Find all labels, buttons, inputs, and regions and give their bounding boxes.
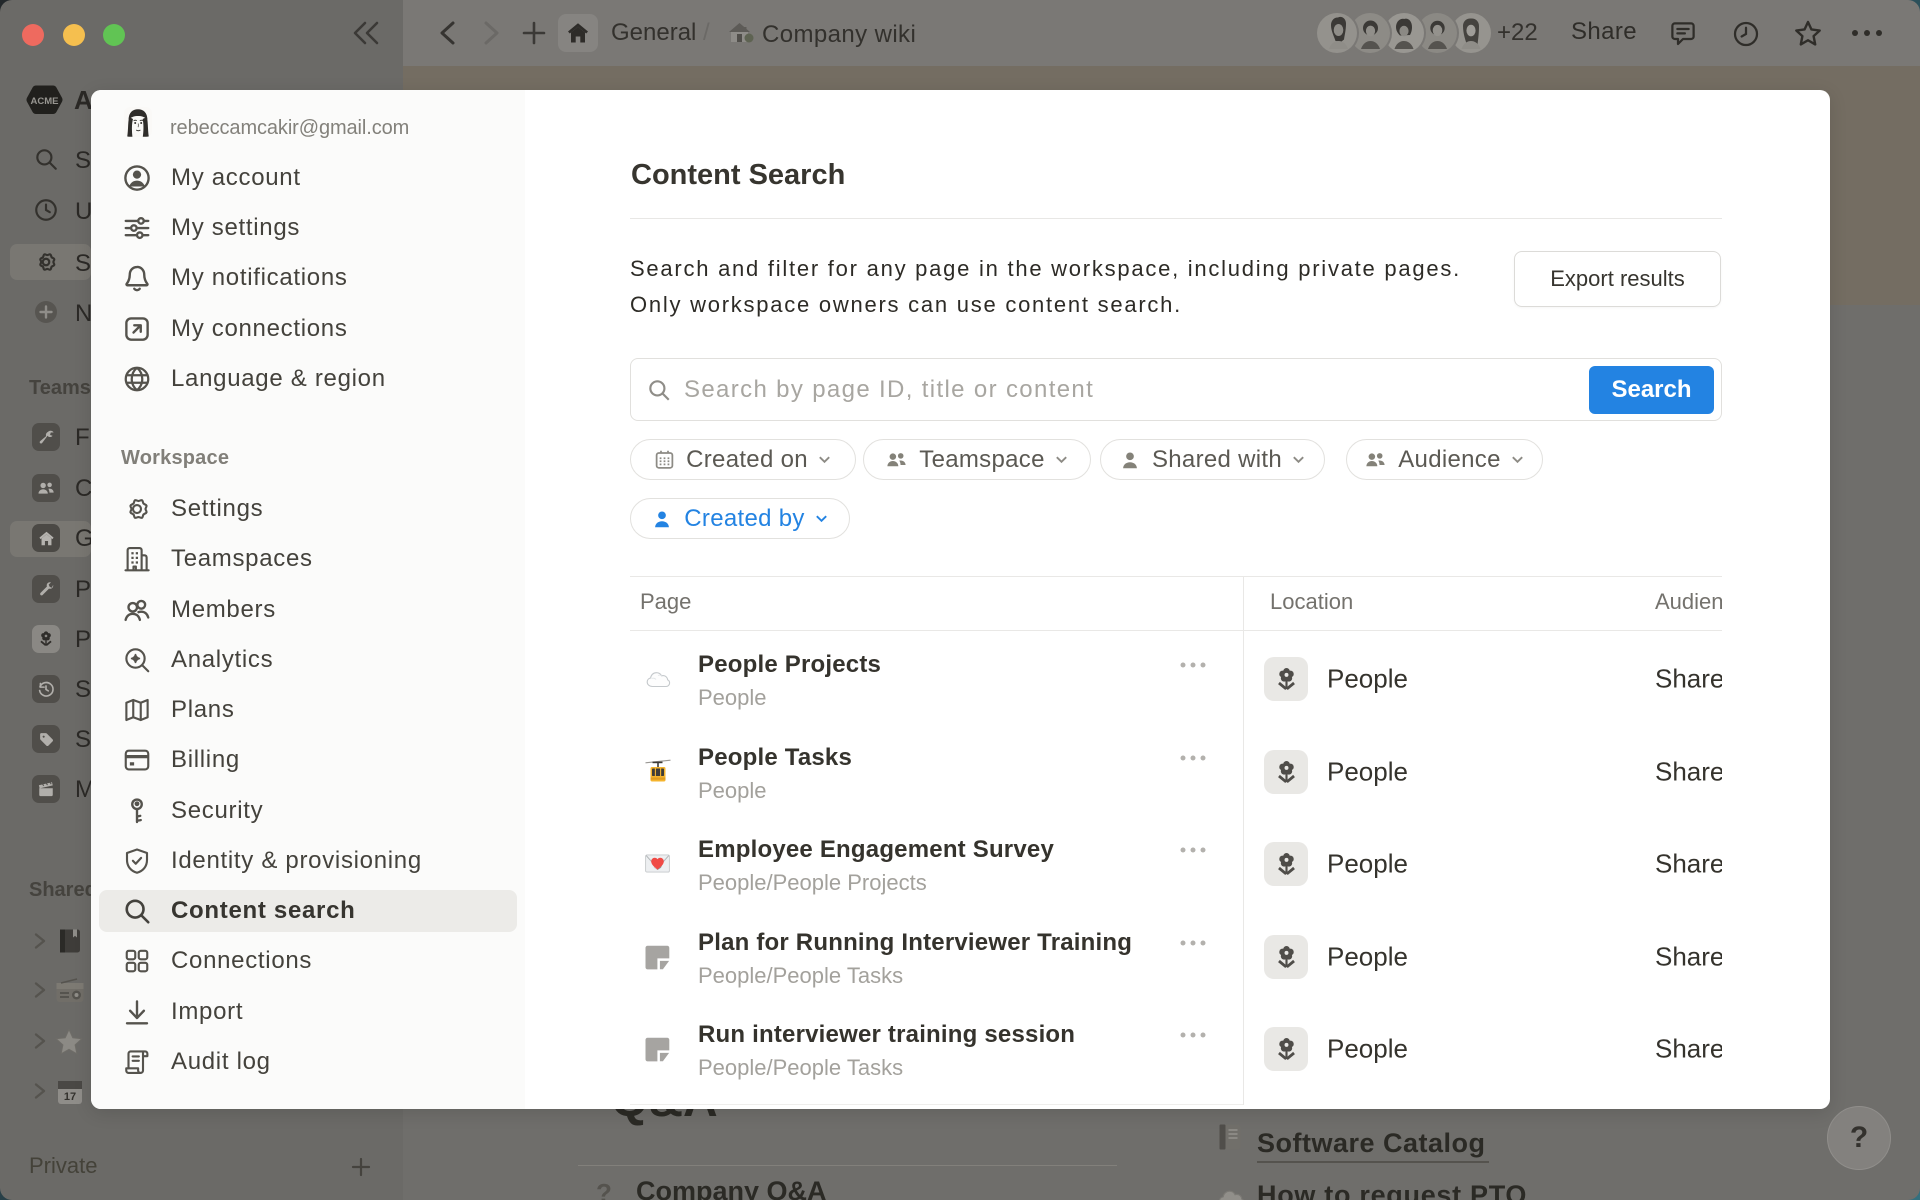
- svg-text:ACME: ACME: [31, 96, 59, 107]
- svg-text:17: 17: [64, 1091, 76, 1103]
